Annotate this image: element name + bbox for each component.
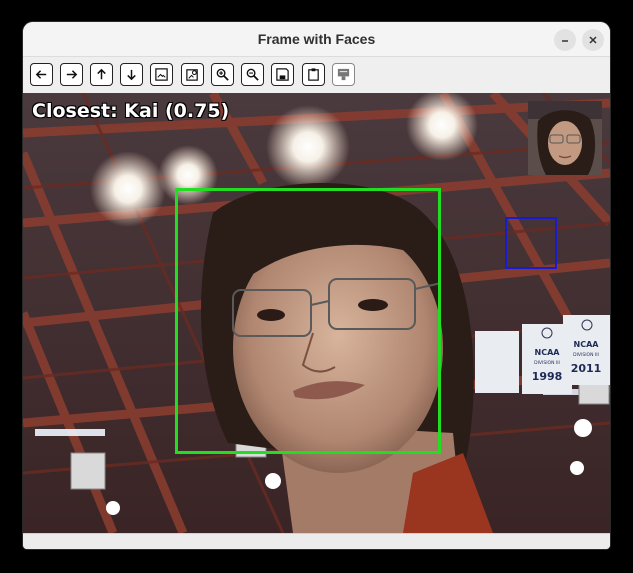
up-button[interactable] — [90, 63, 113, 86]
window-title: Frame with Faces — [257, 31, 376, 47]
minimize-button[interactable] — [554, 29, 576, 51]
app-window: Frame with Faces NCAA DIVISION III 1998 … — [23, 22, 610, 549]
forward-button[interactable] — [60, 63, 83, 86]
image-settings-button[interactable] — [181, 63, 204, 86]
down-button[interactable] — [120, 63, 143, 86]
arrow-up-icon — [97, 68, 106, 80]
matched-face-thumbnail — [528, 101, 602, 175]
frame-viewport[interactable]: NCAA DIVISION III 1998 NCAA DIVISION III 2011 — [23, 93, 610, 533]
arrow-left-icon — [35, 70, 47, 79]
zoom-in-icon — [216, 68, 229, 81]
secondary-detection-box — [505, 217, 557, 269]
clipboard-button[interactable] — [302, 63, 325, 86]
zoom-out-icon — [246, 68, 259, 81]
titlebar[interactable]: Frame with Faces — [23, 22, 610, 57]
banner-text: DIVISION III — [573, 352, 599, 358]
banner-text: NCAA — [535, 348, 561, 357]
image-icon — [155, 68, 168, 81]
close-button[interactable] — [582, 29, 604, 51]
toolbar — [23, 57, 610, 93]
clipboard-icon — [308, 68, 319, 81]
image-button[interactable] — [150, 63, 173, 86]
zoom-out-button[interactable] — [241, 63, 264, 86]
save-icon — [276, 68, 289, 81]
closest-match-label: Closest: Kai (0.75) — [31, 100, 230, 123]
banner-text: DIVISION III — [534, 360, 560, 366]
properties-button[interactable] — [332, 63, 355, 86]
image-settings-icon — [186, 69, 198, 81]
banner-text: 1998 — [532, 370, 563, 383]
properties-icon — [337, 68, 350, 81]
status-bar — [23, 533, 610, 549]
minimize-icon — [562, 40, 568, 42]
save-button[interactable] — [271, 63, 294, 86]
banner-text: NCAA — [574, 340, 600, 349]
arrow-right-icon — [66, 70, 78, 79]
close-icon — [589, 36, 597, 44]
zoom-in-button[interactable] — [211, 63, 234, 86]
face-detection-box — [175, 188, 441, 454]
banner-text: 2011 — [571, 362, 602, 375]
back-button[interactable] — [30, 63, 53, 86]
arrow-down-icon — [127, 69, 136, 81]
